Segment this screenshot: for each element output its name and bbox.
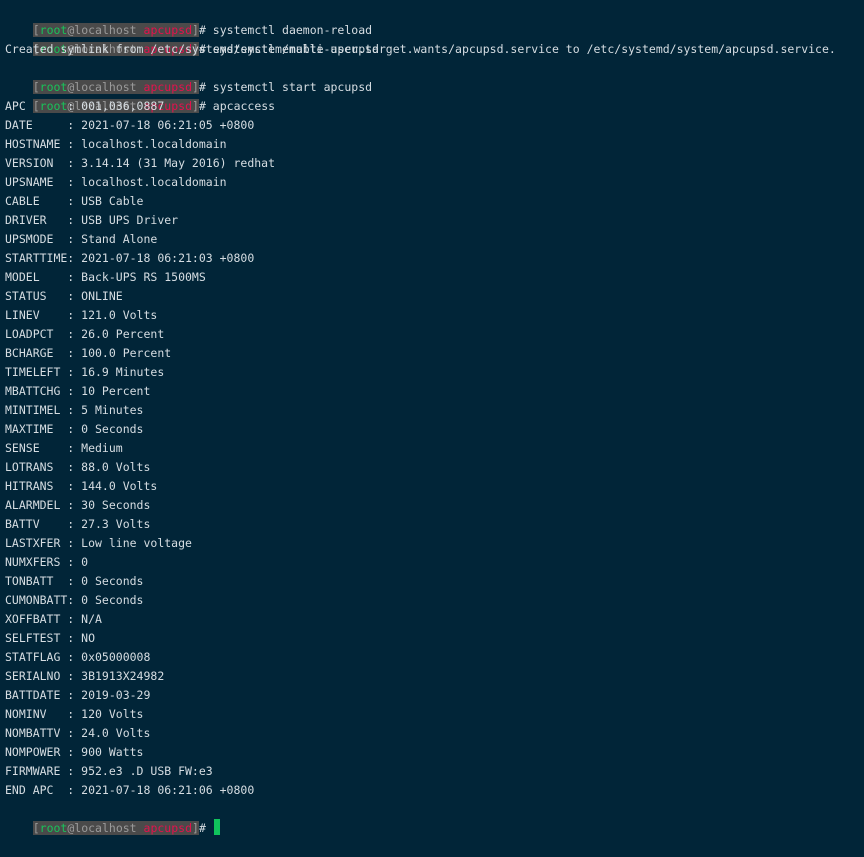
status-line: MODEL : Back-UPS RS 1500MS	[5, 270, 206, 284]
prompt-bracket-open: [	[32, 80, 40, 94]
status-line: END APC : 2021-07-18 06:21:06 +0800	[5, 783, 255, 797]
status-line: SENSE : Medium	[5, 441, 123, 455]
status-line: CUMONBATT: 0 Seconds	[5, 593, 144, 607]
status-line: STATUS : ONLINE	[5, 289, 123, 303]
status-line: TONBATT : 0 Seconds	[5, 574, 144, 588]
status-line: ALARMDEL : 30 Seconds	[5, 498, 151, 512]
status-line: LOTRANS : 88.0 Volts	[5, 460, 151, 474]
command-text: systemctl start apcupsd	[212, 80, 373, 94]
status-line: FIRMWARE : 952.e3 .D USB FW:e3	[5, 764, 213, 778]
prompt-user: root	[39, 821, 68, 835]
status-line: MBATTCHG : 10 Percent	[5, 384, 151, 398]
prompt-symbol: #	[198, 99, 213, 113]
status-line: UPSNAME : localhost.localdomain	[5, 175, 227, 189]
shell-prompt: [root@localhost apcupsd]	[32, 23, 199, 37]
prompt-dir: apcupsd	[143, 23, 192, 37]
prompt-bracket-close: ]	[192, 99, 199, 113]
status-line: UPSMODE : Stand Alone	[5, 232, 158, 246]
status-line: SERIALNO : 3B1913X24982	[5, 669, 165, 683]
status-line: BATTDATE : 2019-03-29	[5, 688, 151, 702]
prompt-symbol: #	[198, 80, 213, 94]
prompt-bracket-close: ]	[192, 821, 199, 835]
status-line: STATFLAG : 0x05000008	[5, 650, 151, 664]
prompt-bracket-open: [	[32, 23, 40, 37]
shell-prompt: [root@localhost apcupsd]	[32, 80, 199, 94]
prompt-host: localhost	[74, 821, 137, 835]
status-line: XOFFBATT : N/A	[5, 612, 102, 626]
prompt-bracket-open: [	[32, 821, 40, 835]
status-line: LASTXFER : Low line voltage	[5, 536, 192, 550]
status-line: HOSTNAME : localhost.localdomain	[5, 137, 227, 151]
status-line: BCHARGE : 100.0 Percent	[5, 346, 172, 360]
terminal-window[interactable]: [root@localhost apcupsd]# systemctl daem…	[5, 2, 861, 835]
status-line: DRIVER : USB UPS Driver	[5, 213, 179, 227]
status-line: NOMINV : 120 Volts	[5, 707, 144, 721]
status-line: APC : 001,036,0887	[5, 99, 165, 113]
status-line: DATE : 2021-07-18 06:21:05 +0800	[5, 118, 255, 132]
prompt-symbol: #	[198, 23, 213, 37]
prompt-bracket-close: ]	[192, 23, 199, 37]
status-line: MINTIMEL : 5 Minutes	[5, 403, 144, 417]
apcaccess-output: APC : 001,036,0887 DATE : 2021-07-18 06:…	[5, 97, 861, 800]
shell-prompt: [root@localhost apcupsd]	[32, 821, 199, 835]
status-line: SELFTEST : NO	[5, 631, 96, 645]
status-line: LOADPCT : 26.0 Percent	[5, 327, 165, 341]
prompt-host: localhost	[74, 80, 137, 94]
prompt-dir: apcupsd	[143, 821, 192, 835]
status-line: NUMXFERS : 0	[5, 555, 89, 569]
command-text: apcaccess	[212, 99, 276, 113]
prompt-user: root	[39, 80, 68, 94]
status-line: NOMBATTV : 24.0 Volts	[5, 726, 151, 740]
text-cursor[interactable]	[213, 819, 220, 835]
prompt-user: root	[39, 23, 68, 37]
output-line: Created symlink from /etc/systemd/system…	[5, 42, 836, 56]
command-line: [root@localhost apcupsd]# systemctl star…	[5, 59, 861, 94]
status-line: BATTV : 27.3 Volts	[5, 517, 151, 531]
status-line: TIMELEFT : 16.9 Minutes	[5, 365, 165, 379]
status-line: CABLE : USB Cable	[5, 194, 144, 208]
active-command-line[interactable]: [root@localhost apcupsd]#	[5, 800, 861, 835]
status-line: STARTTIME: 2021-07-18 06:21:03 +0800	[5, 251, 255, 265]
command-text: systemctl daemon-reload	[212, 23, 373, 37]
status-line: NOMPOWER : 900 Watts	[5, 745, 144, 759]
status-line: HITRANS : 144.0 Volts	[5, 479, 158, 493]
status-line: MAXTIME : 0 Seconds	[5, 422, 144, 436]
prompt-symbol: #	[198, 821, 213, 835]
prompt-dir: apcupsd	[143, 80, 192, 94]
prompt-bracket-close: ]	[192, 80, 199, 94]
prompt-host: localhost	[74, 23, 137, 37]
command-line: [root@localhost apcupsd]# systemctl daem…	[5, 2, 861, 37]
status-line: LINEV : 121.0 Volts	[5, 308, 158, 322]
status-line: VERSION : 3.14.14 (31 May 2016) redhat	[5, 156, 276, 170]
